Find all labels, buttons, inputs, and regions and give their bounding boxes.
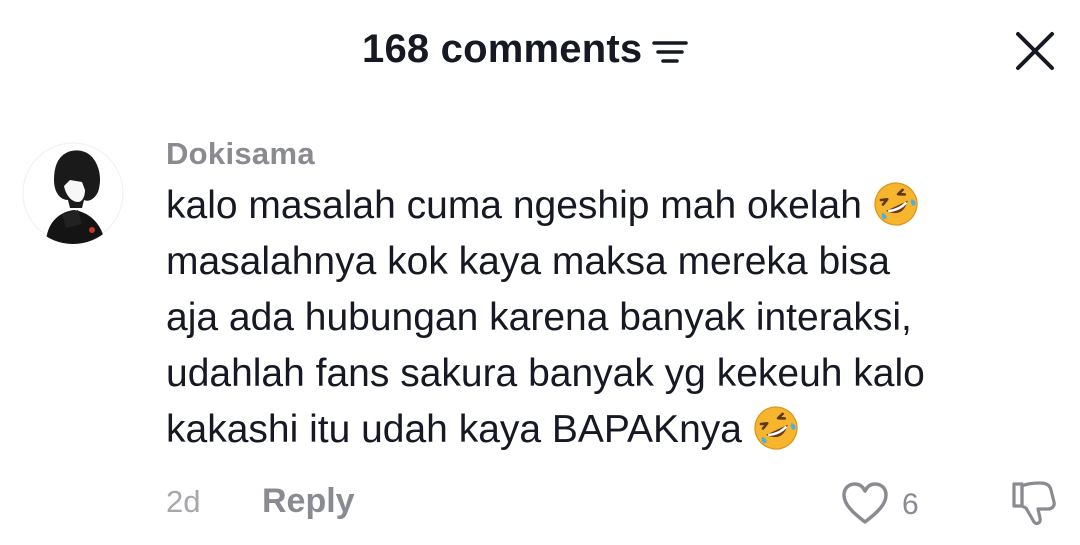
avatar[interactable] (22, 142, 124, 244)
comment-username[interactable]: Dokisama (166, 134, 1066, 174)
comment-line-text: kakashi itu udah kaya BAPAKnya (166, 408, 742, 451)
comment-line: udahlah fans sakura banyak yg kekeuh kal… (166, 352, 925, 395)
thumbs-down-icon[interactable] (1008, 478, 1058, 528)
comment-text: kalo masalah cuma ngeship mah okelah mas… (166, 178, 1066, 458)
comment-line: masalahnya kok kaya maksa mereka bisa (166, 240, 890, 283)
comments-header: 168 comments (0, 0, 1080, 100)
reply-button[interactable]: Reply (262, 482, 355, 521)
rolling-on-floor-laughing-emoji-icon (754, 406, 798, 450)
title-group: 168 comments (362, 24, 689, 74)
avatar-illustration (22, 142, 124, 244)
comment-line: aja ada hubungan karena banyak interaksi… (166, 296, 912, 339)
comment-item: Dokisama kalo masalah cuma ngeship mah o… (166, 134, 1066, 458)
comment-actions: 2d Reply 6 (166, 478, 1066, 532)
comment-line: kakashi itu udah kaya BAPAKnya (166, 402, 1066, 458)
sort-lines-icon[interactable] (652, 37, 689, 67)
comment-time: 2d (166, 484, 201, 519)
comment-line: kalo masalah cuma ngeship mah okelah (166, 178, 1066, 234)
close-icon[interactable] (1012, 28, 1058, 74)
like-count: 6 (902, 488, 919, 521)
comment-line-text: kalo masalah cuma ngeship mah okelah (166, 184, 862, 227)
rolling-on-floor-laughing-emoji-icon (874, 182, 918, 226)
comments-count-title: 168 comments (362, 27, 643, 71)
heart-outline-icon[interactable] (840, 480, 890, 526)
